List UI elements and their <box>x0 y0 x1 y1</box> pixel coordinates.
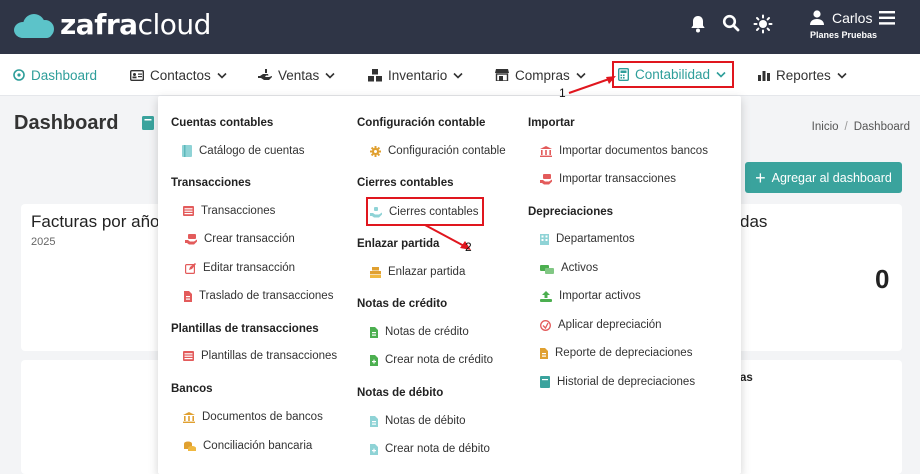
annotation-step-2: 2 <box>465 240 472 254</box>
annotation-arrows <box>424 76 616 250</box>
annotation-step-1: 1 <box>559 86 566 100</box>
